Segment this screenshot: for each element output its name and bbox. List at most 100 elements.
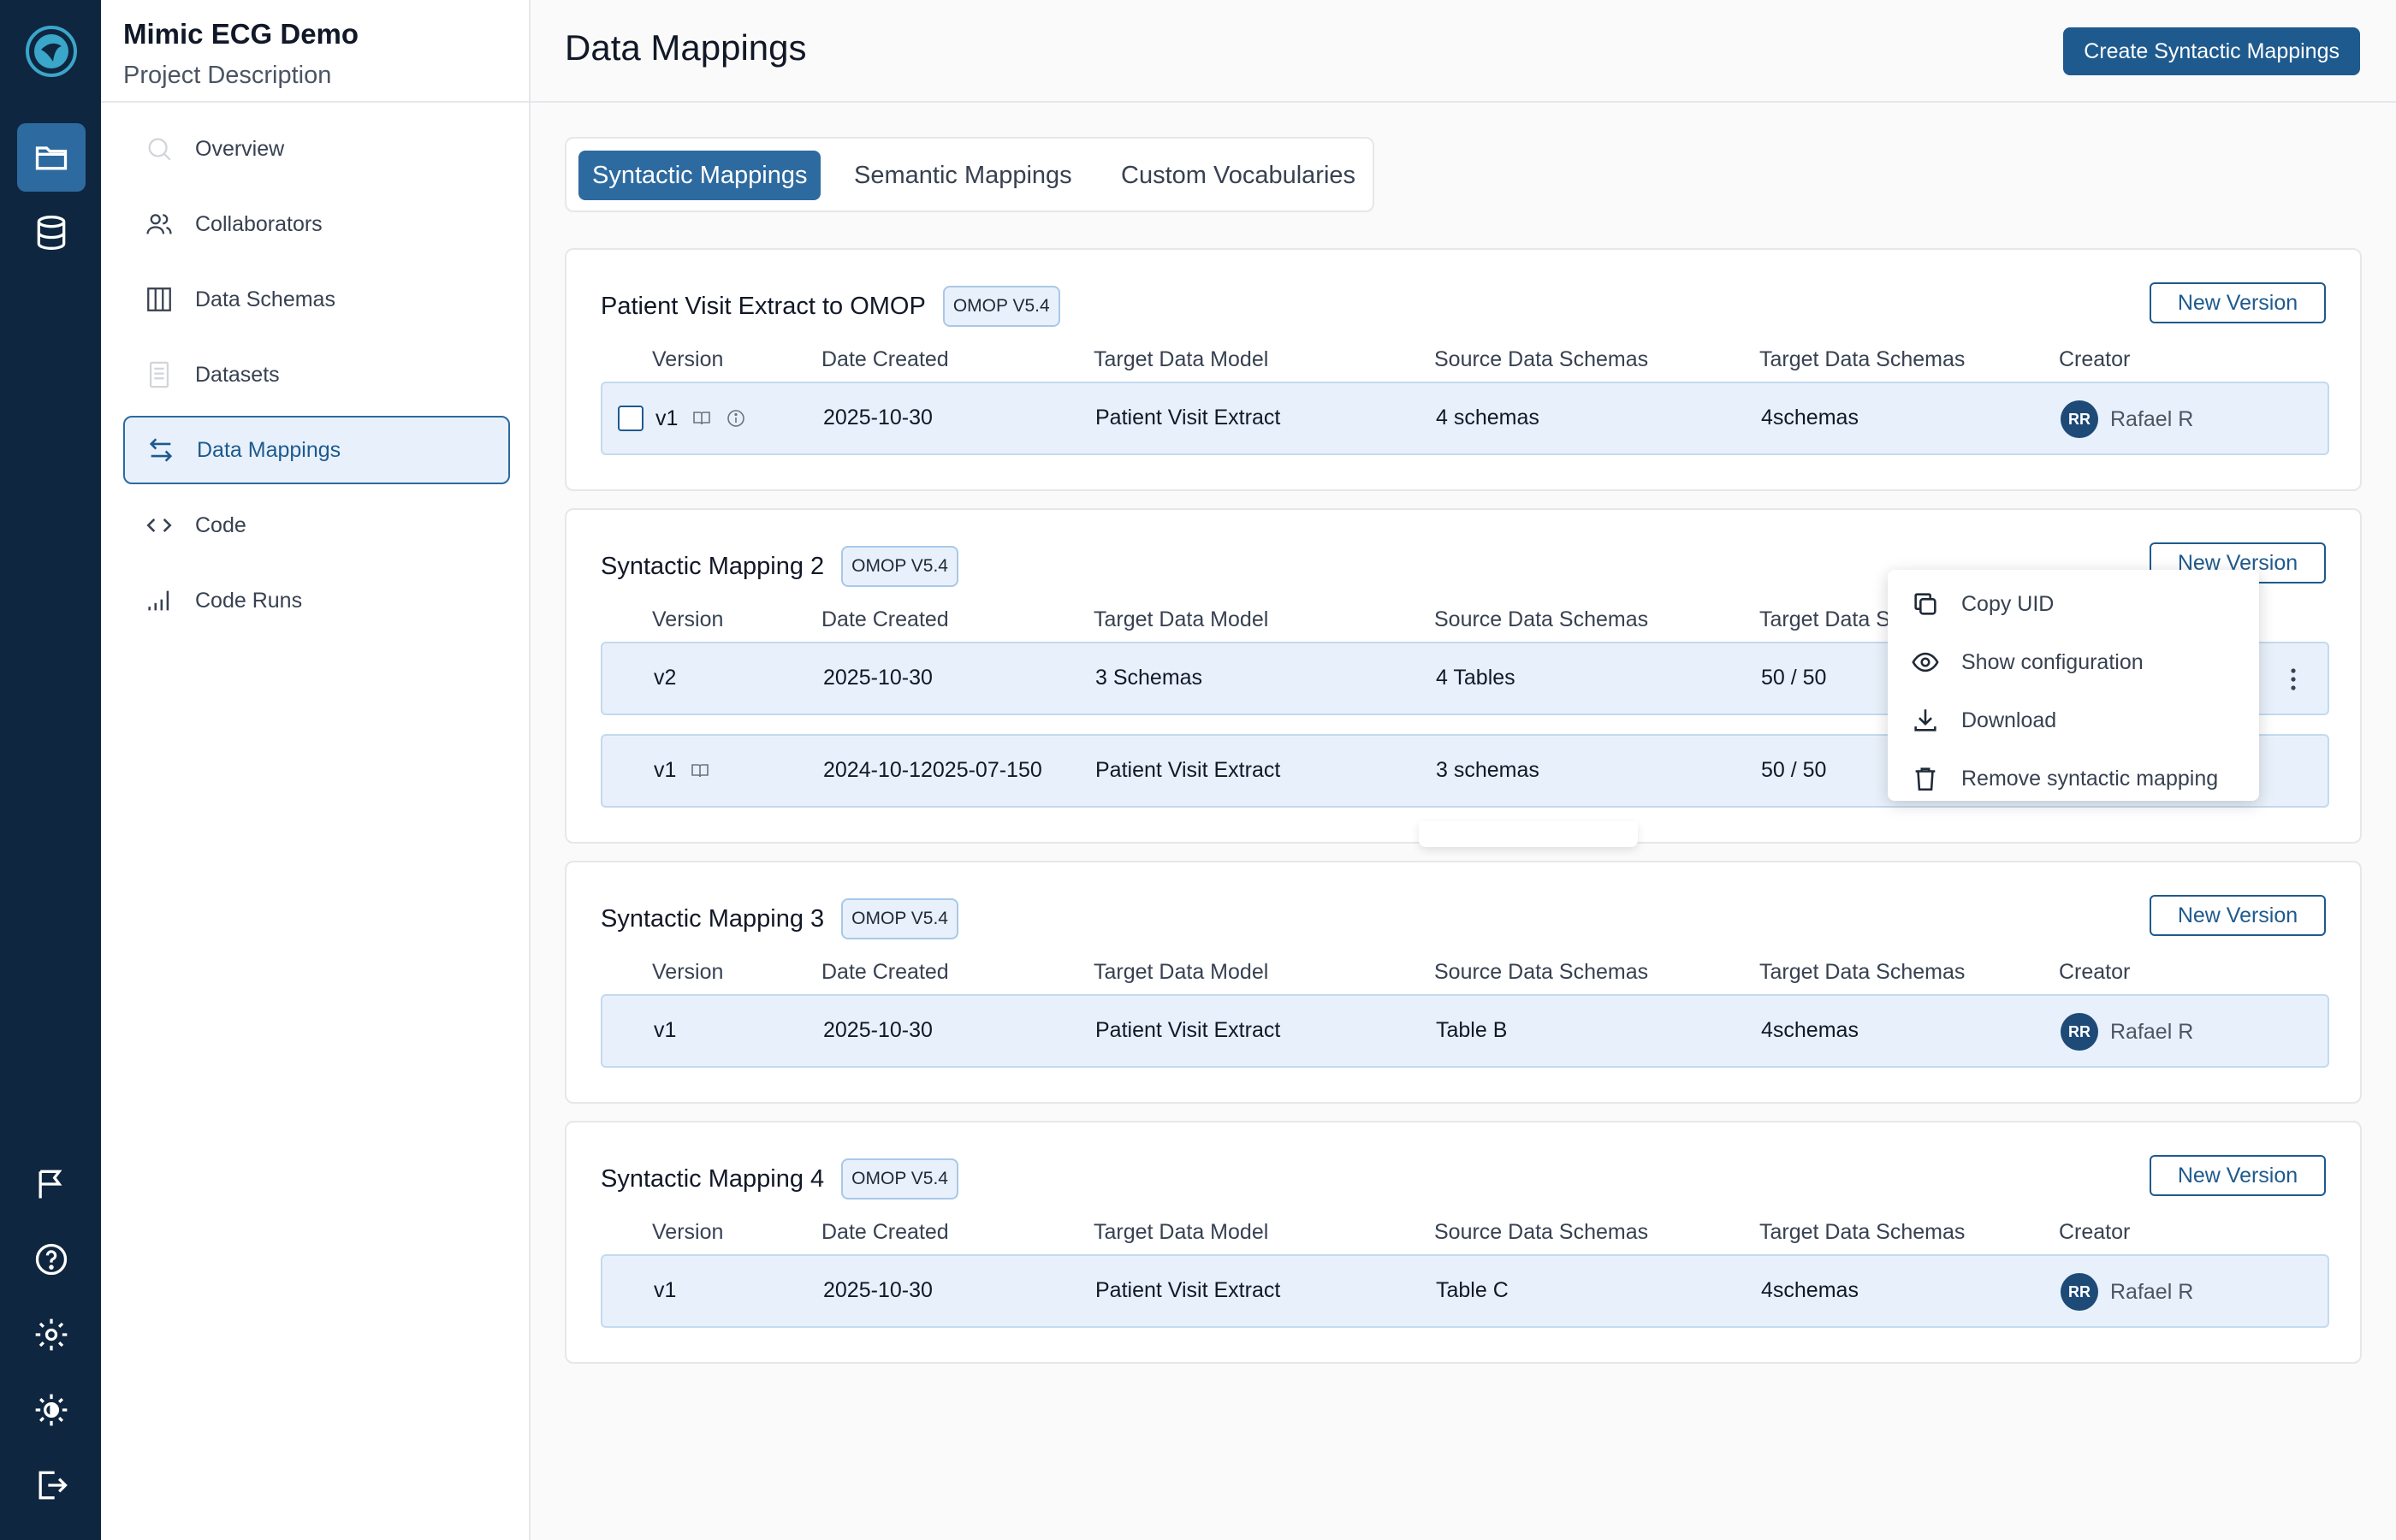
header-target-data-model: Target Data Model: [1094, 607, 1269, 631]
header-source-data-schemas: Source Data Schemas: [1434, 347, 1649, 371]
avatar: RR: [2061, 400, 2098, 438]
table-header: Version Date Created Target Data Model S…: [601, 1220, 2329, 1251]
rail-theme-button[interactable]: [17, 1376, 86, 1444]
header-version: Version: [652, 607, 724, 631]
creator-name: Rafael R: [2110, 1019, 2194, 1044]
eye-icon: [1910, 647, 1941, 678]
model-badge: OMOP V5.4: [841, 898, 958, 939]
creator-cell: RR Rafael R: [2061, 1273, 2193, 1311]
page-title: Data Mappings: [565, 27, 807, 68]
tab-syntactic-mappings[interactable]: Syntactic Mappings: [578, 151, 821, 200]
logout-icon: [39, 1471, 68, 1500]
create-syntactic-mappings-button[interactable]: Create Syntactic Mappings: [2063, 27, 2360, 75]
table-row[interactable]: v1 2025-10-30 Patient Visit Extract Tabl…: [601, 1254, 2329, 1328]
header-target-data-schemas: Target Data S: [1759, 607, 1890, 631]
rail-logout-button[interactable]: [17, 1451, 86, 1519]
avatar: RR: [2061, 1273, 2098, 1311]
mapping-title: Patient Visit Extract to OMOP OMOP V5.4: [601, 286, 1060, 327]
target-schemas-cell: 50 / 50: [1761, 666, 1827, 690]
header-creator: Creator: [2059, 347, 2131, 371]
copy-icon: [1910, 589, 1941, 619]
target-model-cell: Patient Visit Extract: [1095, 1018, 1281, 1042]
row-checkbox[interactable]: [618, 406, 643, 431]
more-options-icon[interactable]: [2285, 664, 2302, 695]
sidebar-item-overview[interactable]: Overview: [123, 115, 510, 183]
book-icon[interactable]: [690, 761, 710, 781]
document-icon: [142, 358, 176, 392]
source-schemas-cell: 4 schemas: [1436, 406, 1539, 429]
source-schemas-cell: 3 schemas: [1436, 758, 1539, 782]
target-model-cell: Patient Visit Extract: [1095, 406, 1281, 429]
target-schemas-cell: 4schemas: [1761, 1278, 1859, 1302]
menu-item-label: Copy UID: [1961, 591, 2055, 616]
mapping-tabs: Syntactic Mappings Semantic Mappings Cus…: [565, 137, 1374, 212]
menu-item-download[interactable]: Download: [1888, 691, 2259, 749]
header-target-data-schemas: Target Data Schemas: [1759, 347, 1966, 371]
mapping-name: Patient Visit Extract to OMOP: [601, 292, 926, 320]
target-schemas-cell: 4schemas: [1761, 1018, 1859, 1042]
app-logo[interactable]: [17, 17, 86, 86]
header-target-data-model: Target Data Model: [1094, 1220, 1269, 1244]
rail-flag-button[interactable]: [17, 1150, 86, 1218]
users-icon: [142, 207, 176, 241]
target-model-cell: 3 Schemas: [1095, 666, 1203, 690]
sidebar-item-data-schemas[interactable]: Data Schemas: [123, 265, 510, 334]
project-header: Mimic ECG Demo Project Description: [101, 0, 529, 103]
header-source-data-schemas: Source Data Schemas: [1434, 960, 1649, 984]
project-title: Mimic ECG Demo: [123, 18, 359, 50]
header-creator: Creator: [2059, 1220, 2131, 1244]
rail-help-button[interactable]: [17, 1225, 86, 1294]
info-icon[interactable]: [726, 408, 746, 429]
target-model-cell: Patient Visit Extract: [1095, 758, 1281, 782]
page-header: Data Mappings Create Syntactic Mappings: [531, 0, 2396, 103]
target-model-cell: Patient Visit Extract: [1095, 1278, 1281, 1302]
sidebar-item-datasets[interactable]: Datasets: [123, 341, 510, 409]
table-row[interactable]: v1 2025-10-30 Patient Visit Extract Tabl…: [601, 994, 2329, 1068]
sidebar-item-data-mappings[interactable]: Data Mappings: [123, 416, 510, 484]
menu-item-label: Remove syntactic mapping: [1961, 766, 2219, 791]
header-version: Version: [652, 1220, 724, 1244]
menu-item-remove-syntactic-mapping[interactable]: Remove syntactic mapping: [1888, 749, 2259, 808]
mapping-card: Syntactic Mapping 4 OMOP V5.4 New Versio…: [565, 1121, 2362, 1364]
date-cell: 2025-10-30: [823, 666, 933, 690]
rail-database-button[interactable]: [17, 198, 86, 267]
sidebar-item-label: Code: [195, 512, 246, 537]
version-label: v1: [655, 406, 679, 430]
model-badge: OMOP V5.4: [841, 546, 958, 587]
header-version: Version: [652, 960, 724, 984]
gear-icon: [35, 1318, 68, 1351]
menu-item-show-configuration[interactable]: Show configuration: [1888, 633, 2259, 691]
sidebar-item-code-runs[interactable]: Code Runs: [123, 566, 510, 635]
header-target-data-model: Target Data Model: [1094, 347, 1269, 371]
creator-cell: RR Rafael R: [2061, 400, 2193, 438]
sidebar-item-collaborators[interactable]: Collaborators: [123, 190, 510, 258]
date-cell: 2025-10-30: [823, 406, 933, 429]
source-schemas-cell: Table B: [1436, 1018, 1508, 1042]
version-cell: v1: [654, 1018, 677, 1042]
tab-custom-vocabularies[interactable]: Custom Vocabularies: [1107, 151, 1369, 200]
sidebar-item-code[interactable]: Code: [123, 491, 510, 560]
flag-icon: [39, 1170, 62, 1199]
tab-semantic-mappings[interactable]: Semantic Mappings: [840, 151, 1086, 200]
table-row[interactable]: v1 2025-10-30 Patient Visit Extract 4 sc…: [601, 382, 2329, 455]
mapping-title: Syntactic Mapping 3 OMOP V5.4: [601, 898, 958, 939]
search-icon: [142, 132, 176, 166]
sidebar-item-label: Collaborators: [195, 211, 323, 236]
mapping-name: Syntactic Mapping 3: [601, 904, 825, 933]
rail-projects-button[interactable]: [17, 123, 86, 192]
new-version-button[interactable]: New Version: [2150, 895, 2326, 936]
theme-icon: [35, 1394, 68, 1426]
sidebar-item-label: Overview: [195, 136, 285, 161]
new-version-button[interactable]: New Version: [2150, 282, 2326, 323]
rail-settings-button[interactable]: [17, 1300, 86, 1369]
new-version-button[interactable]: New Version: [2150, 1155, 2326, 1196]
creator-name: Rafael R: [2110, 406, 2194, 431]
row-context-menu: Copy UID Show configuration Download Rem…: [1888, 570, 2259, 801]
bar-chart-icon: [142, 583, 176, 618]
menu-item-copy-uid[interactable]: Copy UID: [1888, 575, 2259, 633]
date-cell: 2025-10-30: [823, 1278, 933, 1302]
book-icon[interactable]: [691, 408, 712, 429]
mapping-card: Syntactic Mapping 3 OMOP V5.4 New Versio…: [565, 861, 2362, 1104]
download-icon: [1910, 705, 1941, 736]
folder-icon: [35, 146, 68, 170]
